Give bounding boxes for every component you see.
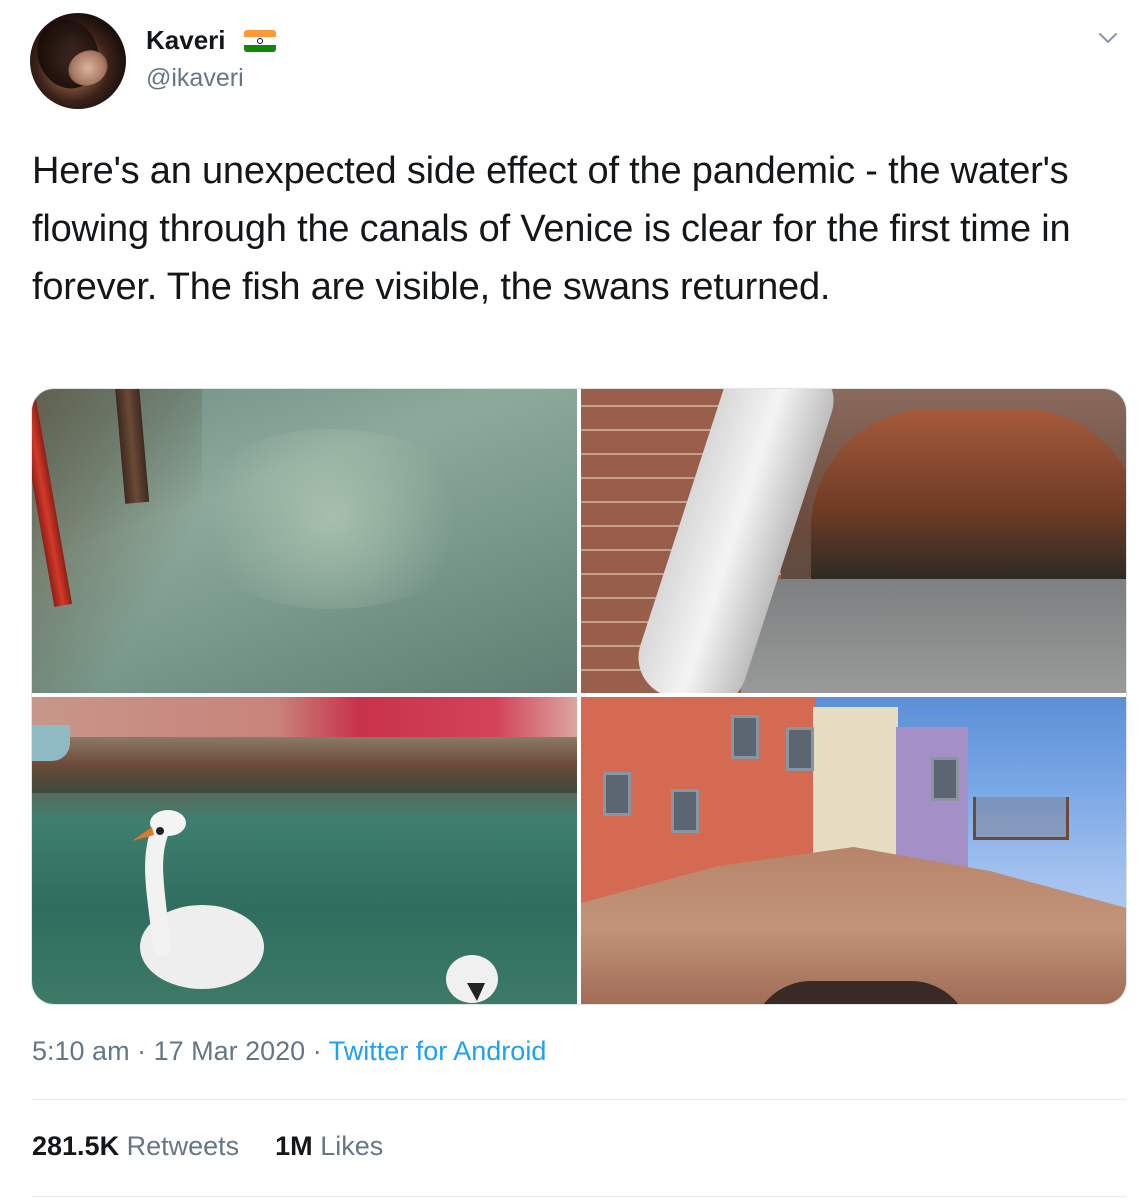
likes-stat[interactable]: 1M Likes bbox=[275, 1131, 383, 1161]
user-handle[interactable]: @ikaveri bbox=[146, 64, 244, 93]
divider bbox=[32, 1196, 1126, 1197]
meta-separator: · bbox=[137, 1036, 147, 1066]
colorful-buildings-bridge-photo[interactable] bbox=[581, 697, 1126, 1004]
bridge-arch-photo[interactable] bbox=[581, 389, 1126, 693]
meta-separator: · bbox=[312, 1036, 322, 1066]
tweet-date[interactable]: 17 Mar 2020 bbox=[154, 1036, 306, 1066]
retweets-count: 281.5K bbox=[32, 1131, 120, 1161]
avatar[interactable] bbox=[30, 13, 126, 109]
tweet-meta: 5:10 am · 17 Mar 2020 · Twitter for Andr… bbox=[32, 1036, 546, 1067]
swans-in-canal-photo[interactable] bbox=[32, 697, 577, 1004]
retweets-label: Retweets bbox=[126, 1131, 240, 1161]
display-name[interactable]: Kaveri bbox=[146, 25, 226, 56]
tweet-stats: 281.5K Retweets 1M Likes bbox=[32, 1131, 383, 1162]
chevron-down-icon[interactable] bbox=[1096, 26, 1120, 50]
likes-count: 1M bbox=[275, 1131, 313, 1161]
swan-icon bbox=[446, 955, 498, 1003]
tweet-card: Kaveri @ikaveri Here's an unexpected sid… bbox=[0, 0, 1148, 1200]
tweet-source-link[interactable]: Twitter for Android bbox=[329, 1036, 547, 1066]
fish-in-canal-photo[interactable] bbox=[32, 389, 577, 693]
tweet-text: Here's an unexpected side effect of the … bbox=[32, 150, 1071, 308]
india-flag-icon bbox=[244, 30, 276, 52]
swan-icon bbox=[132, 810, 264, 989]
tweet-time[interactable]: 5:10 am bbox=[32, 1036, 130, 1066]
likes-label: Likes bbox=[320, 1131, 384, 1161]
retweets-stat[interactable]: 281.5K Retweets bbox=[32, 1131, 239, 1161]
divider bbox=[32, 1099, 1126, 1100]
media-grid bbox=[32, 389, 1126, 1004]
